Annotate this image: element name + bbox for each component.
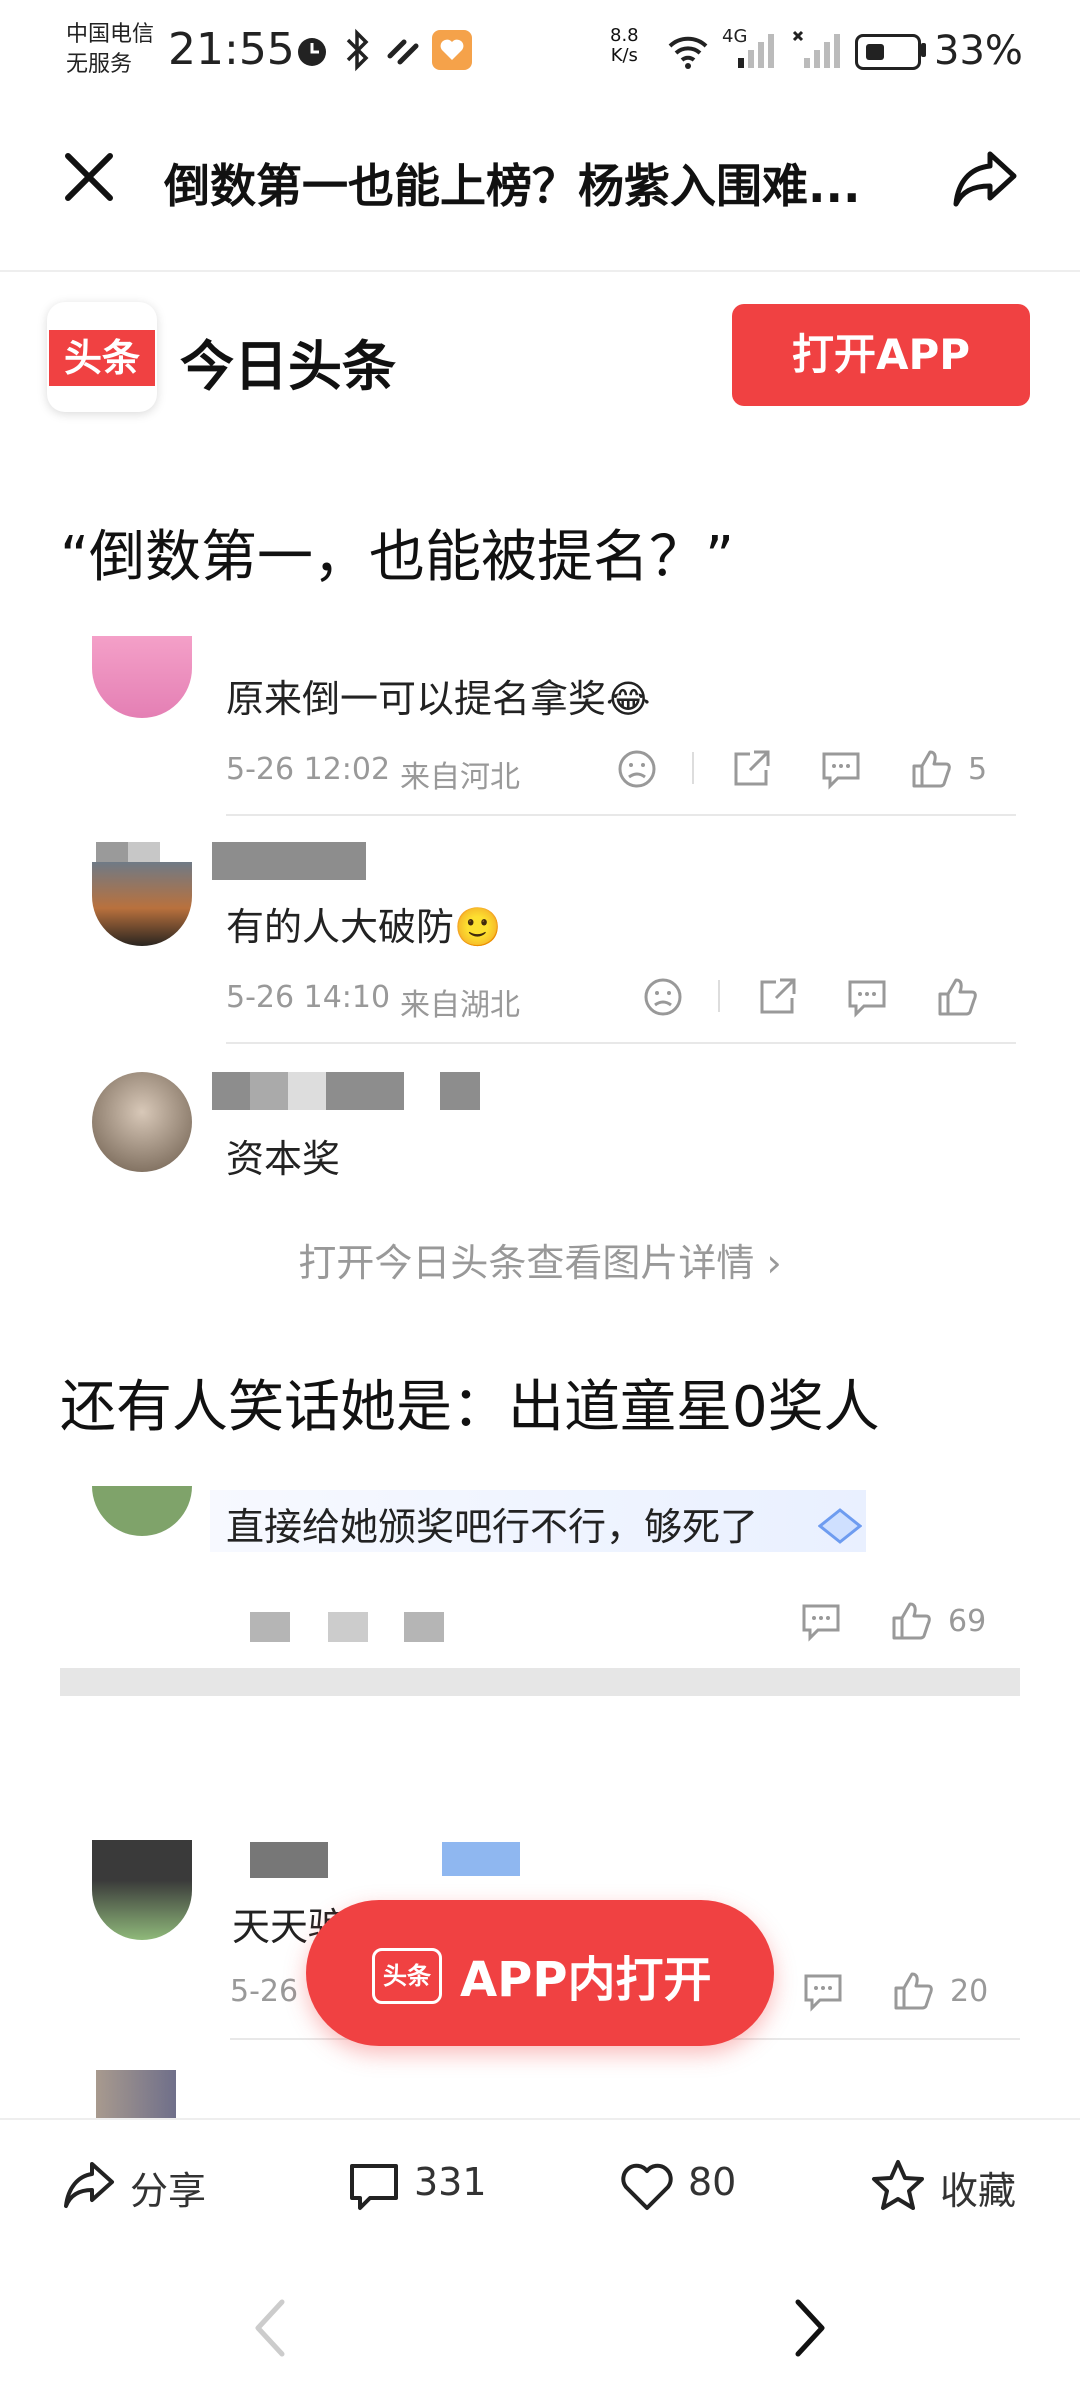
dislike-icon[interactable] <box>616 748 658 790</box>
thumbs-up-icon[interactable] <box>892 1970 934 2012</box>
comment-location: 来自湖北 <box>400 988 520 1023</box>
comment-text: 原来倒一可以提名拿奖😂 <box>226 677 651 721</box>
avatar[interactable] <box>92 636 192 718</box>
bluetooth-icon <box>342 28 372 72</box>
section-heading-2: 还有人笑话她是：出道童星0奖人 <box>60 1375 880 1440</box>
like-count: 20 <box>950 1974 989 2009</box>
reply-icon[interactable] <box>820 748 862 790</box>
comment-count[interactable]: 331 <box>414 2160 487 2204</box>
like-count: 69 <box>948 1604 987 1639</box>
comment-text: 有的人大破防🙂 <box>226 905 502 949</box>
toutiao-logo-text: 头条 <box>49 330 155 386</box>
network-speed-value: 8.8 <box>610 25 639 46</box>
thumbs-up-icon[interactable] <box>910 748 952 790</box>
battery-percent: 33% <box>934 28 1023 74</box>
forward-arrow-icon[interactable] <box>790 2296 830 2360</box>
blurred-meta <box>404 1612 444 1642</box>
comment-icon[interactable] <box>348 2162 400 2212</box>
carrier-name: 中国电信 <box>66 22 155 47</box>
toutiao-logo-small: 头条 <box>372 1948 442 2004</box>
close-icon[interactable] <box>62 150 116 204</box>
avatar <box>96 2070 176 2120</box>
reply-icon[interactable] <box>800 1600 842 1642</box>
network-speed-unit: K/s <box>610 45 638 66</box>
image-bottom-band <box>60 1668 1020 1696</box>
reply-icon[interactable] <box>846 976 888 1018</box>
username-blurred <box>212 842 366 880</box>
thumbs-up-icon[interactable] <box>890 1600 932 1642</box>
app-name: 今日头条 <box>180 335 396 398</box>
app-notification-icon <box>432 30 472 70</box>
heart-icon[interactable] <box>620 2162 674 2212</box>
username-blurred <box>212 1072 404 1110</box>
signal-no-service-icon <box>792 30 842 70</box>
battery-level <box>866 44 884 60</box>
forward-icon[interactable] <box>730 748 772 790</box>
share-icon[interactable] <box>62 2160 116 2212</box>
comment-text: 资本奖 <box>226 1137 341 1181</box>
page-title: 倒数第一也能上榜？杨紫入围难... <box>164 159 861 213</box>
reply-icon[interactable] <box>802 1970 844 2012</box>
section-heading-1: “倒数第一，也能被提名？” <box>60 525 735 590</box>
action-divider <box>692 752 694 784</box>
collect-label[interactable]: 收藏 <box>940 2160 1016 2215</box>
comment-text: 直接给她颁奖吧行不行，够死了 <box>226 1505 759 1549</box>
avatar[interactable] <box>92 1072 192 1172</box>
dislike-icon[interactable] <box>642 976 684 1018</box>
star-icon[interactable] <box>870 2158 926 2212</box>
status-time: 21:55 <box>168 24 295 75</box>
comment-time: 5-26 <box>230 1974 299 2009</box>
open-in-app-label: APP内打开 <box>460 1952 712 2008</box>
like-count: 5 <box>968 752 988 787</box>
action-divider <box>718 980 720 1012</box>
signal-icon <box>726 30 782 70</box>
like-count-total[interactable]: 80 <box>688 2160 736 2204</box>
thumbs-up-icon[interactable] <box>936 976 978 1018</box>
comment-location: 来自河北 <box>400 760 520 795</box>
battery-tip <box>921 43 926 57</box>
network-speed: 8.8 K/s <box>610 26 639 66</box>
view-image-details-link[interactable]: 打开今日头条查看图片详情 › <box>0 1232 1080 1287</box>
carrier-info: 中国电信 无服务 <box>66 20 154 80</box>
open-app-button[interactable]: 打开APP <box>732 304 1030 406</box>
blurred-meta <box>328 1612 368 1642</box>
avatar[interactable] <box>92 1840 192 1940</box>
diamond-icon <box>817 1508 863 1544</box>
comment-divider <box>226 814 1016 816</box>
share-label[interactable]: 分享 <box>130 2160 206 2215</box>
browser-nav <box>0 2256 1080 2400</box>
badge-blurred <box>442 1842 520 1876</box>
avatar[interactable] <box>92 862 192 946</box>
battery-icon <box>855 34 921 70</box>
comment-time: 5-26 14:10 <box>226 980 391 1015</box>
blurred-meta <box>250 1612 290 1642</box>
carrier-service: 无服务 <box>66 52 133 77</box>
forward-icon[interactable] <box>756 976 798 1018</box>
comment-divider <box>226 1042 1016 1044</box>
share-icon[interactable] <box>952 148 1018 208</box>
back-arrow-icon[interactable] <box>250 2296 290 2360</box>
alarm-icon <box>292 30 332 70</box>
link-icon <box>384 32 424 70</box>
wifi-icon <box>666 32 710 70</box>
username-blurred <box>440 1072 480 1110</box>
username-blurred <box>250 1842 328 1878</box>
comment-time: 5-26 12:02 <box>226 752 391 787</box>
